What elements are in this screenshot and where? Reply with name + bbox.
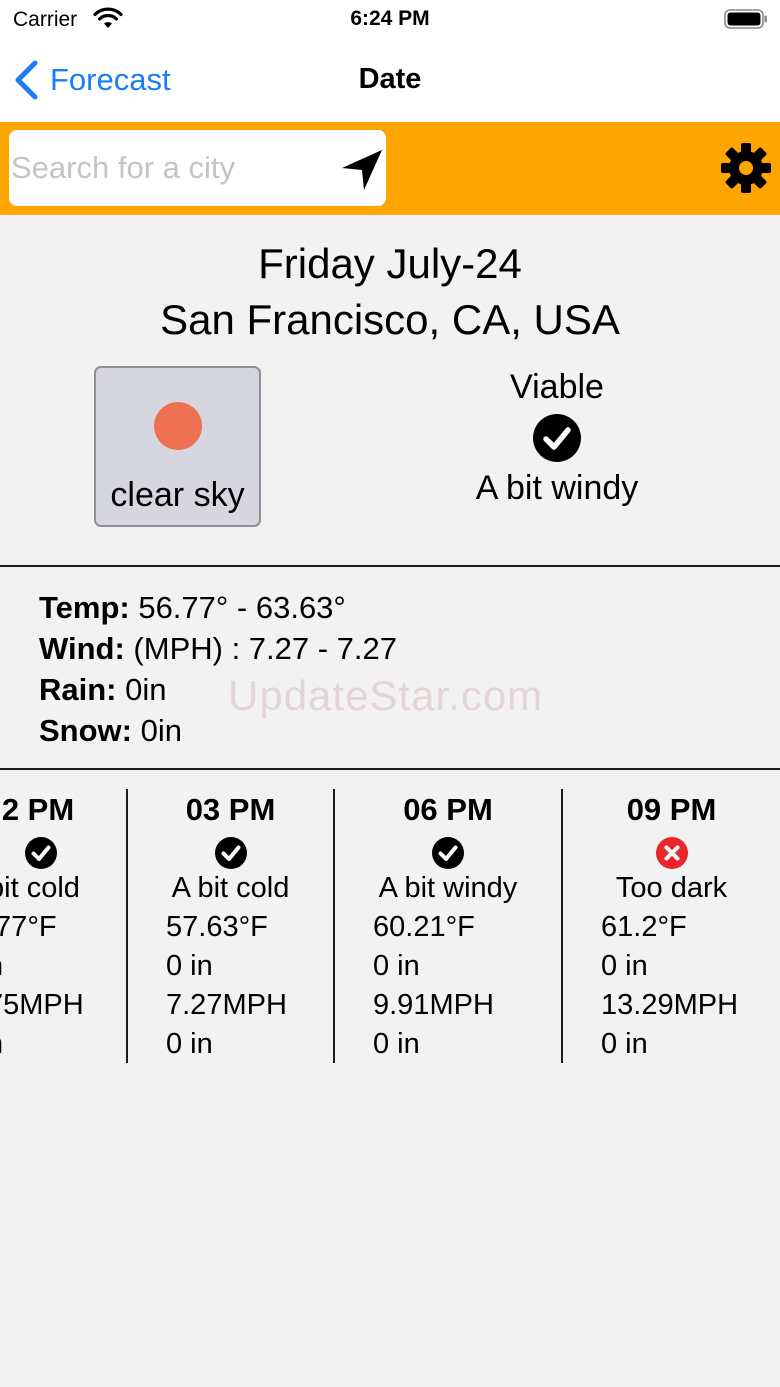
hour-wind: 13.29MPH <box>601 989 739 1021</box>
hourly-forecast[interactable]: 2 PM bit cold .77°F n 75MPH n 03 PM A bi… <box>0 788 780 1068</box>
hour-temp: 60.21°F <box>373 911 475 943</box>
search-input[interactable] <box>11 130 321 206</box>
hour-rain: 0 in <box>166 950 213 982</box>
hour-rain: 0 in <box>373 950 420 982</box>
check-circle-icon <box>533 414 581 462</box>
viability-note: A bit windy <box>475 469 639 507</box>
hour-wind: 7.27MPH <box>166 989 287 1021</box>
hour-note: A bit windy <box>378 872 518 904</box>
hour-temp: .77°F <box>0 911 57 943</box>
hour-snow: n <box>0 1028 3 1061</box>
hour-time: 06 PM <box>403 792 493 827</box>
temp-label: Temp: <box>39 590 130 625</box>
wind-label: Wind: <box>39 631 125 666</box>
hour-snow: 0 in <box>373 1028 420 1060</box>
rain-value: 0in <box>125 672 167 707</box>
wind-row: Wind: (MPH) : 7.27 - 7.27 <box>39 628 397 669</box>
check-circle-icon <box>25 837 57 869</box>
hour-note: bit cold <box>0 872 80 904</box>
hour-column[interactable]: 2 PM bit cold .77°F n 75MPH n <box>0 788 126 1064</box>
viability-label: Viable <box>510 368 604 406</box>
status-bar: Carrier 6:24 PM <box>0 0 780 44</box>
battery-icon <box>724 9 767 29</box>
hour-wind: 9.91MPH <box>373 989 494 1021</box>
divider <box>0 565 780 567</box>
hour-time: 09 PM <box>626 792 717 827</box>
hour-column[interactable]: 03 PM A bit cold 57.63°F 0 in 7.27MPH 0 … <box>128 788 333 1064</box>
temp-row: Temp: 56.77° - 63.63° <box>39 587 397 628</box>
snow-value: 0in <box>140 713 182 748</box>
sun-icon <box>154 402 202 450</box>
hour-time: 03 PM <box>185 792 276 827</box>
search-box <box>9 130 386 206</box>
clock: 6:24 PM <box>350 7 430 30</box>
condition-card[interactable]: clear sky <box>94 366 261 527</box>
search-toolbar <box>0 122 780 215</box>
hour-temp: 61.2°F <box>601 911 687 943</box>
snow-label: Snow: <box>39 713 132 748</box>
hour-temp: 57.63°F <box>166 911 268 943</box>
hour-snow: 0 in <box>601 1028 648 1060</box>
hour-snow: 0 in <box>166 1028 213 1060</box>
rain-label: Rain: <box>39 672 117 707</box>
viability-panel: Viable A bit windy <box>440 368 674 508</box>
condition-label: clear sky <box>110 476 245 514</box>
temp-value: 56.77° - 63.63° <box>138 590 346 625</box>
hour-note: A bit cold <box>171 872 290 904</box>
check-circle-icon <box>432 837 464 869</box>
daily-summary: Temp: 56.77° - 63.63° Wind: (MPH) : 7.27… <box>39 587 397 751</box>
hour-time: 2 PM <box>1 792 75 827</box>
hour-column[interactable]: 06 PM A bit windy 60.21°F 0 in 9.91MPH 0… <box>335 788 561 1064</box>
divider <box>0 768 780 770</box>
gear-icon[interactable] <box>720 142 772 194</box>
hour-rain: 0 in <box>601 950 648 982</box>
hour-wind: 75MPH <box>0 989 84 1021</box>
check-circle-icon <box>214 837 247 869</box>
forecast-city: San Francisco, CA, USA <box>160 296 620 343</box>
hour-rain: n <box>0 950 3 983</box>
page-title: Date <box>358 63 422 95</box>
location-arrow-icon[interactable] <box>339 147 385 193</box>
navigation-bar: Forecast Date <box>0 44 780 122</box>
hour-column[interactable]: 09 PM Too dark 61.2°F 0 in 13.29MPH 0 in <box>563 788 780 1064</box>
hour-note: Too dark <box>615 872 728 904</box>
watermark: UpdateStar.com <box>228 672 544 719</box>
x-circle-icon <box>655 837 688 869</box>
wind-value: (MPH) : 7.27 - 7.27 <box>133 631 398 666</box>
forecast-day: Friday July-24 <box>258 240 522 287</box>
